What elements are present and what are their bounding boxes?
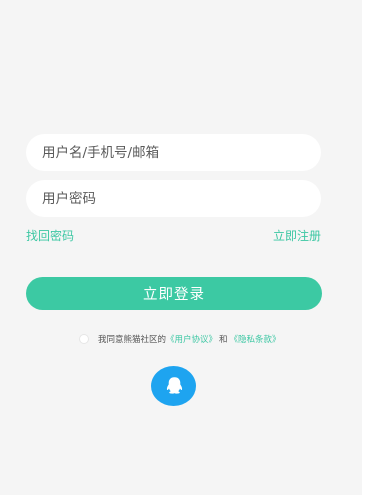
password-input[interactable] bbox=[42, 190, 321, 207]
agreement-checkbox[interactable] bbox=[79, 334, 89, 344]
login-button[interactable]: 立即登录 bbox=[26, 277, 322, 310]
login-screen: 找回密码 立即注册 立即登录 我同意熊猫社区的 《用户协议》 和 《隐私条款》 bbox=[0, 0, 362, 495]
register-link[interactable]: 立即注册 bbox=[273, 228, 321, 244]
username-input[interactable] bbox=[42, 144, 321, 161]
qq-login-button[interactable] bbox=[151, 366, 196, 406]
qq-penguin-icon bbox=[166, 377, 182, 394]
agreement-text: 我同意熊猫社区的 bbox=[98, 335, 167, 345]
agreement-conjunction: 和 bbox=[219, 335, 228, 345]
agreement-row: 我同意熊猫社区的 《用户协议》 和 《隐私条款》 bbox=[79, 332, 281, 346]
user-agreement-link[interactable]: 《用户协议》 bbox=[166, 333, 217, 345]
forgot-password-link[interactable]: 找回密码 bbox=[26, 228, 74, 244]
screen-edge bbox=[362, 0, 368, 495]
username-field-container bbox=[26, 134, 321, 171]
privacy-policy-link[interactable]: 《隐私条款》 bbox=[230, 333, 281, 345]
password-field-container bbox=[26, 180, 321, 217]
